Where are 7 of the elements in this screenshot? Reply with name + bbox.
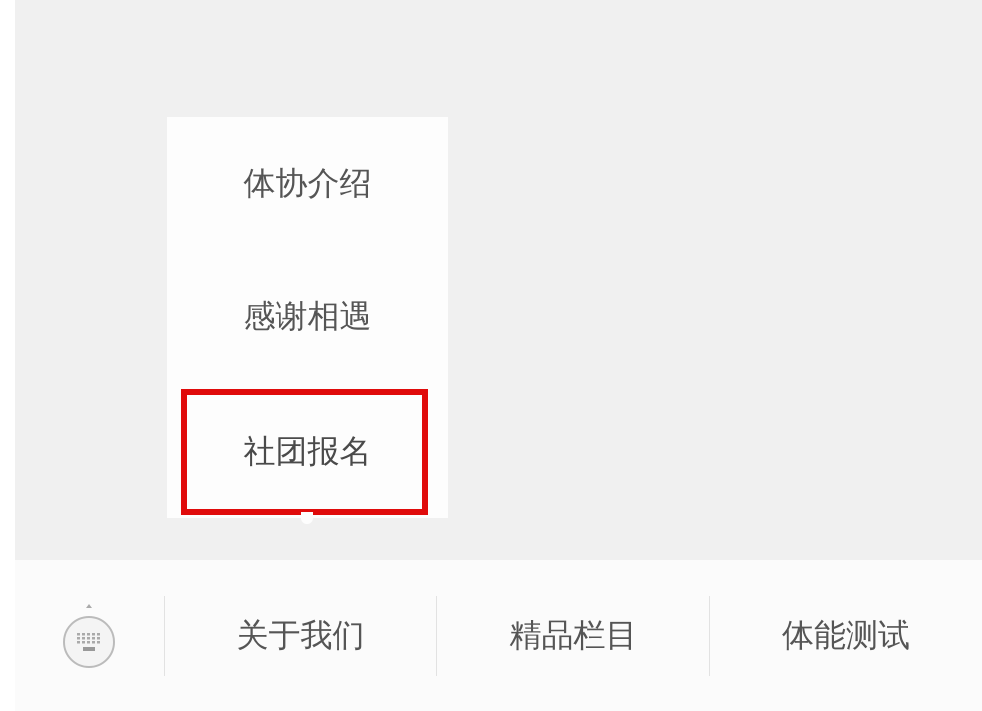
menu-tab[interactable]: 关于我们 [164, 596, 436, 676]
menu-tab[interactable]: 精品栏目 [436, 596, 710, 676]
keyboard-icon[interactable] [61, 602, 118, 670]
menu-tab[interactable]: 体能测试 [709, 596, 982, 676]
submenu-item[interactable]: 感谢相遇 [167, 250, 448, 383]
submenu-item[interactable]: 社团报名 [181, 389, 428, 515]
submenu-item[interactable]: 体协介绍 [167, 117, 448, 250]
